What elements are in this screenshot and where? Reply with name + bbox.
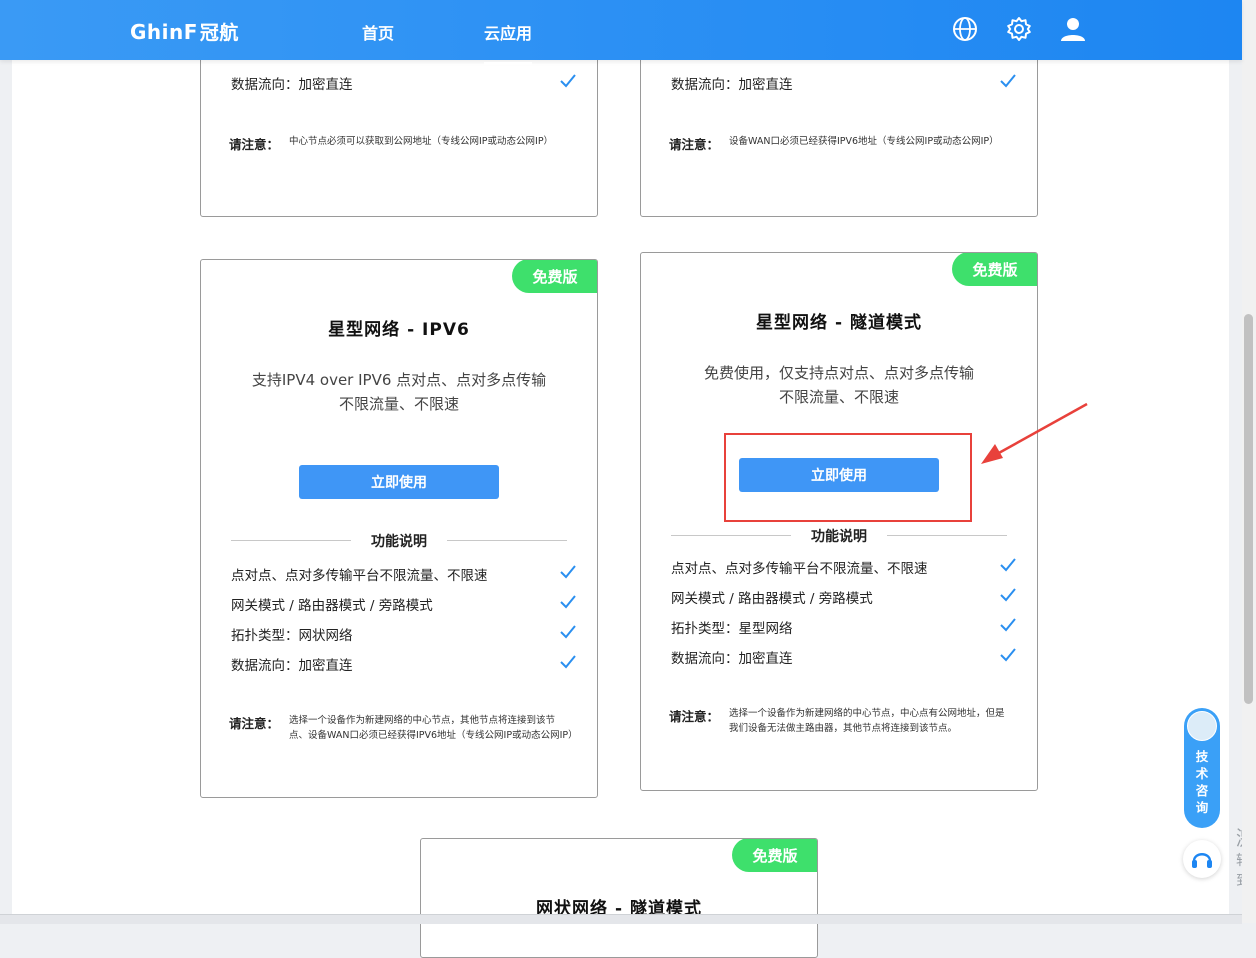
card-star-tunnel: 免费版 星型网络 - 隧道模式 免费使用，仅支持点对点、点对多点传输 不限流量、… — [640, 252, 1038, 791]
card-mesh-tunnel: 免费版 网状网络 - 隧道模式 — [420, 838, 818, 958]
feature-label: 拓扑类型：星型网络 — [671, 621, 793, 637]
note-text: 中心节点必须可以获取到公网地址（专线公网IP或动态公网IP） — [289, 136, 554, 147]
feature-row: 拓扑类型：星型网络 — [671, 617, 1017, 637]
feature-label: 点对点、点对多传输平台不限流量、不限速 — [671, 561, 928, 577]
nav-link-home[interactable]: 首页 — [362, 20, 394, 44]
divider — [887, 535, 1007, 536]
card-star-ipv6: 免费版 星型网络 - IPV6 支持IPV4 over IPV6 点对点、点对多… — [200, 259, 598, 798]
check-icon — [1000, 618, 1016, 632]
note-label: 请注意： — [669, 709, 720, 724]
card-desc-line1: 支持IPV4 over IPV6 点对点、点对多点传输 — [251, 371, 547, 389]
feature-row: 点对点、点对多传输平台不限流量、不限速 — [231, 564, 577, 584]
note-text: 设备WAN口必须已经获得IPV6地址（专线公网IP或动态公网IP） — [729, 136, 999, 147]
feature-row: 数据流向：加密直连 — [231, 73, 577, 93]
globe-icon[interactable] — [951, 15, 979, 43]
divider — [447, 540, 567, 541]
check-icon — [1000, 588, 1016, 602]
feature-label: 数据流向：加密直连 — [231, 658, 353, 674]
note-text: 选择一个设备作为新建网络的中心节点，中心点有公网地址，但是我们设备无法做主路由器… — [729, 708, 1005, 734]
feature-label: 网关模式 / 路由器模式 / 旁路模式 — [231, 598, 433, 614]
check-icon — [1000, 74, 1016, 88]
support-avatar — [1187, 711, 1217, 741]
red-arrow-annotation — [981, 402, 1088, 464]
card-desc-line1: 免费使用，仅支持点对点、点对多点传输 — [703, 364, 974, 382]
check-icon — [1000, 648, 1016, 662]
logo-text: GhinF — [130, 20, 198, 44]
note-label: 请注意： — [229, 137, 280, 152]
feature-label: 拓扑类型：网状网络 — [231, 628, 353, 644]
free-badge: 免费版 — [952, 253, 1037, 286]
check-icon — [560, 655, 576, 669]
note-label: 请注意： — [669, 137, 720, 152]
feature-label: 数据流向：加密直连 — [671, 77, 793, 93]
scrollbar-thumb[interactable] — [1244, 314, 1253, 704]
check-icon — [560, 625, 576, 639]
feature-row: 点对点、点对多传输平台不限流量、不限速 — [671, 557, 1017, 577]
feature-row: 数据流向：加密直连 — [231, 654, 577, 674]
feature-row: 网关模式 / 路由器模式 / 旁路模式 — [231, 594, 577, 614]
function-header: 功能说明 — [231, 530, 567, 550]
brand-logo[interactable]: GhinF 冠航 — [130, 18, 239, 45]
feature-label: 数据流向：加密直连 — [231, 77, 353, 93]
check-icon — [560, 595, 576, 609]
feature-label: 点对点、点对多传输平台不限流量、不限速 — [231, 568, 488, 584]
tech-consult-widget[interactable]: 技术咨询 — [1184, 708, 1220, 828]
top-navbar: GhinF 冠航 首页 云应用 — [0, 0, 1242, 65]
feature-row: 数据流向：加密直连 — [671, 647, 1017, 667]
card-title: 星型网络 - IPV6 — [328, 320, 470, 340]
function-header: 功能说明 — [671, 525, 1007, 545]
card-desc-line2: 不限流量、不限速 — [338, 395, 459, 413]
use-now-button[interactable]: 立即使用 — [299, 465, 499, 499]
gear-icon[interactable] — [1005, 15, 1033, 43]
feature-label: 数据流向：加密直连 — [671, 651, 793, 667]
card-title: 星型网络 - 隧道模式 — [756, 313, 922, 333]
feature-row: 数据流向：加密直连 — [671, 73, 1017, 93]
user-icon[interactable] — [1059, 15, 1087, 43]
logo-cn-text: 冠航 — [199, 22, 239, 44]
tech-consult-label: 技术咨询 — [1195, 749, 1209, 815]
feature-row: 网关模式 / 路由器模式 / 旁路模式 — [671, 587, 1017, 607]
free-badge: 免费版 — [732, 839, 817, 872]
function-header-text: 功能说明 — [811, 529, 867, 545]
headset-icon — [1192, 853, 1212, 868]
function-header-text: 功能说明 — [371, 534, 427, 550]
headset-support-button[interactable] — [1183, 840, 1221, 878]
check-icon — [1000, 558, 1016, 572]
feature-row: 拓扑类型：网状网络 — [231, 624, 577, 644]
note-text: 选择一个设备作为新建网络的中心节点，其他节点将连接到该节点、设备WAN口必须已经… — [289, 715, 578, 741]
nav-link-cloud-apps[interactable]: 云应用 — [484, 20, 533, 65]
free-badge: 免费版 — [512, 260, 597, 293]
check-icon — [560, 74, 576, 88]
feature-label: 网关模式 / 路由器模式 / 旁路模式 — [671, 591, 873, 607]
note-label: 请注意： — [229, 716, 280, 731]
check-icon — [560, 565, 576, 579]
use-now-button[interactable]: 立即使用 — [739, 458, 939, 492]
